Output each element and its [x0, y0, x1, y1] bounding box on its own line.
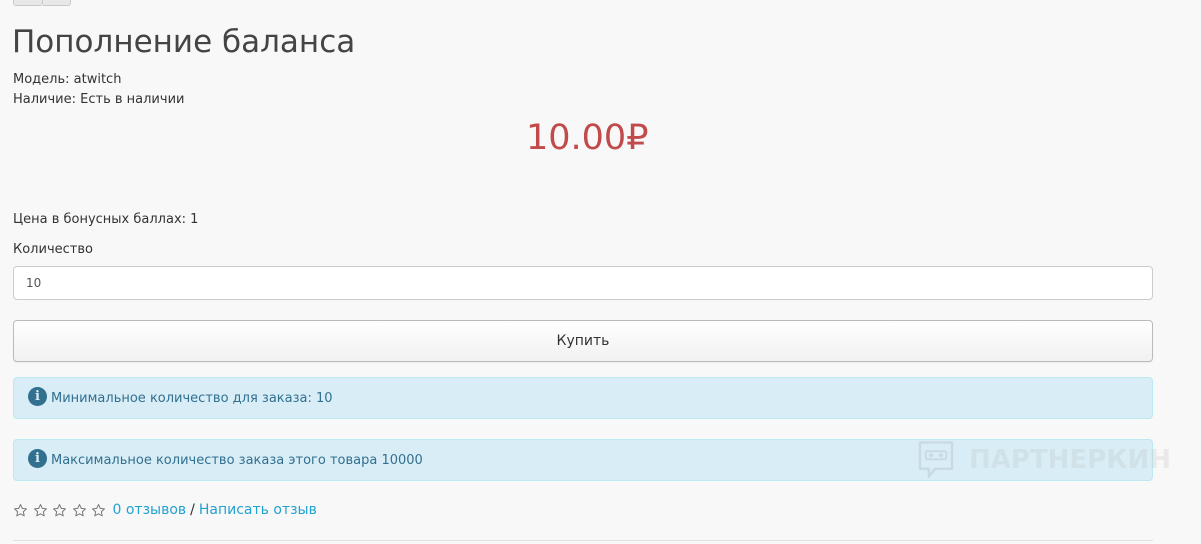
star-outline-icon — [53, 503, 66, 516]
star-outline-icon — [92, 503, 105, 516]
product-price: 10.00₽ — [526, 118, 649, 158]
info-circle-icon: i — [28, 387, 47, 406]
top-button-right[interactable] — [42, 0, 71, 6]
min-quantity-alert: i Минимальное количество для заказа: 10 — [13, 377, 1153, 419]
bonus-points-price: Цена в бонусных баллах: 1 — [13, 212, 199, 227]
star-outline-icon — [14, 503, 27, 516]
rating-separator: / — [190, 502, 195, 518]
top-button-left[interactable] — [13, 0, 43, 6]
star-outline-icon — [33, 503, 47, 516]
top-button-group — [13, 0, 71, 6]
product-availability: Наличие: Есть в наличии — [13, 92, 185, 107]
buy-button[interactable]: Купить — [13, 320, 1153, 362]
watermark: ПАРТНЕРКИН — [913, 440, 1171, 480]
write-review-link[interactable]: Написать отзыв — [199, 502, 317, 518]
quantity-label: Количество — [13, 242, 93, 257]
max-quantity-text: Максимальное количество заказа этого тов… — [51, 452, 423, 468]
divider — [13, 540, 1153, 541]
rating-row: 0 отзывов / Написать отзыв — [13, 502, 317, 518]
quantity-input[interactable] — [13, 266, 1153, 300]
reviews-link[interactable]: 0 отзывов — [113, 502, 187, 518]
watermark-logo-icon — [918, 441, 954, 478]
info-circle-icon: i — [28, 449, 47, 468]
product-model: Модель: atwitch — [13, 72, 122, 87]
watermark-text: ПАРТНЕРКИН — [969, 445, 1172, 475]
product-page: Пополнение баланса Модель: atwitch Налич… — [0, 0, 1201, 544]
min-quantity-text: Минимальное количество для заказа: 10 — [51, 390, 333, 406]
page-title: Пополнение баланса — [12, 24, 356, 60]
star-outline-icon — [72, 503, 86, 516]
